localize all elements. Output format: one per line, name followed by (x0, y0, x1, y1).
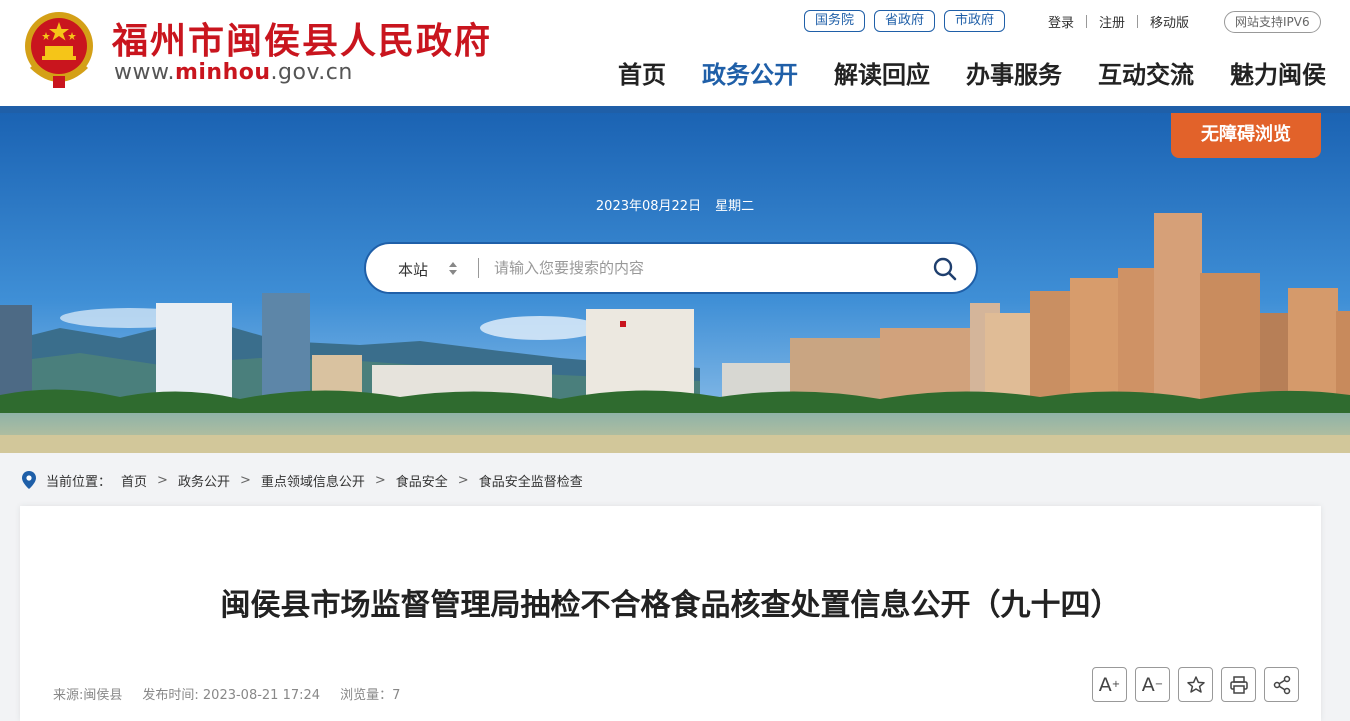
article-view-count: 浏览量：7 (340, 688, 401, 703)
chevron-right-icon: > (239, 472, 251, 488)
divider (1137, 15, 1139, 28)
breadcrumb-home[interactable]: 首页 (121, 471, 147, 490)
select-arrows-icon[interactable] (448, 258, 458, 278)
font-decrease-label: A (1141, 673, 1155, 696)
divider (1086, 15, 1088, 28)
chevron-right-icon: > (374, 472, 386, 488)
quick-links: 国务院 省政府 市政府 (804, 10, 1006, 32)
url-prefix: www. (114, 60, 175, 85)
share-button[interactable] (1264, 667, 1299, 702)
current-date: 2023年08月22日 (595, 199, 702, 214)
article-meta: 来源:闽侯县 发布时间: 2023-08-21 17:24 浏览量：7 (53, 684, 400, 703)
star-icon (1186, 675, 1205, 693)
ipv6-badge: 网站支持IPV6 (1224, 11, 1321, 33)
url-suffix: .gov.cn (270, 60, 353, 85)
register-link[interactable]: 注册 (1099, 12, 1125, 31)
nav-services[interactable]: 办事服务 (966, 55, 1062, 90)
link-state-council[interactable]: 国务院 (804, 10, 866, 32)
nav-home[interactable]: 首页 (618, 55, 666, 90)
plus-sign: + (1111, 679, 1121, 690)
font-increase-button[interactable]: A + (1092, 667, 1127, 702)
accessibility-button[interactable]: 无障碍浏览 (1171, 113, 1321, 158)
nav-charm-minhou[interactable]: 魅力闽侯 (1230, 55, 1326, 90)
breadcrumb: 当前位置： 首页 > 政务公开 > 重点领域信息公开 > 食品安全 > 食品安全… (22, 470, 583, 490)
date-display: 2023年08月22日 星期二 (0, 195, 1350, 214)
printer-icon (1229, 675, 1248, 694)
breadcrumb-food-inspection[interactable]: 食品安全监督检查 (479, 471, 583, 490)
search-input[interactable] (494, 252, 914, 284)
article-publish-time: 发布时间: 2023-08-21 17:24 (142, 688, 321, 703)
favorite-button[interactable] (1178, 667, 1213, 702)
article-source: 来源:闽侯县 (53, 688, 123, 703)
link-city-government[interactable]: 市政府 (944, 10, 1006, 32)
location-pin-icon (22, 471, 36, 489)
article-tools: A + A − (1092, 667, 1299, 702)
divider (478, 258, 479, 278)
breadcrumb-key-areas[interactable]: 重点领域信息公开 (261, 471, 365, 490)
current-weekday: 星期二 (715, 199, 755, 214)
mobile-version-link[interactable]: 移动版 (1150, 12, 1189, 31)
article-card: 闽侯县市场监督管理局抽检不合格食品核查处置信息公开（九十四） 来源:闽侯县 发布… (20, 506, 1321, 721)
minus-sign: − (1154, 679, 1164, 690)
search-scope-select[interactable]: 本站 (398, 259, 428, 280)
font-increase-label: A (1098, 673, 1112, 696)
search-icon[interactable] (932, 256, 958, 282)
nav-interaction[interactable]: 互动交流 (1098, 55, 1194, 90)
link-provincial-government[interactable]: 省政府 (874, 10, 936, 32)
site-name[interactable]: 福州市闽侯县人民政府 (112, 12, 492, 64)
chevron-right-icon: > (157, 472, 168, 488)
national-emblem-icon[interactable] (20, 8, 98, 90)
breadcrumb-government-affairs[interactable]: 政务公开 (178, 471, 230, 490)
site-header: 福州市闽侯县人民政府 www.minhou.gov.cn 国务院 省政府 市政府… (0, 0, 1350, 106)
url-highlight: minhou (174, 60, 271, 85)
search-bar: 本站 (364, 242, 978, 294)
header-divider (0, 106, 1350, 113)
print-button[interactable] (1221, 667, 1256, 702)
user-links: 登录 注册 移动版 (1048, 12, 1189, 31)
share-icon (1273, 675, 1290, 694)
article-title: 闽侯县市场监督管理局抽检不合格食品核查处置信息公开（九十四） (220, 588, 1121, 623)
nav-government-affairs[interactable]: 政务公开 (702, 55, 798, 90)
nav-interpretation[interactable]: 解读回应 (834, 55, 930, 90)
breadcrumb-prefix: 当前位置： (46, 474, 112, 490)
font-decrease-button[interactable]: A − (1135, 667, 1170, 702)
site-url: www.minhou.gov.cn (114, 60, 353, 85)
login-link[interactable]: 登录 (1048, 12, 1074, 31)
main-nav: 首页 政务公开 解读回应 办事服务 互动交流 魅力闽侯 (618, 55, 1326, 90)
breadcrumb-food-safety[interactable]: 食品安全 (396, 471, 448, 490)
chevron-right-icon: > (457, 472, 469, 488)
